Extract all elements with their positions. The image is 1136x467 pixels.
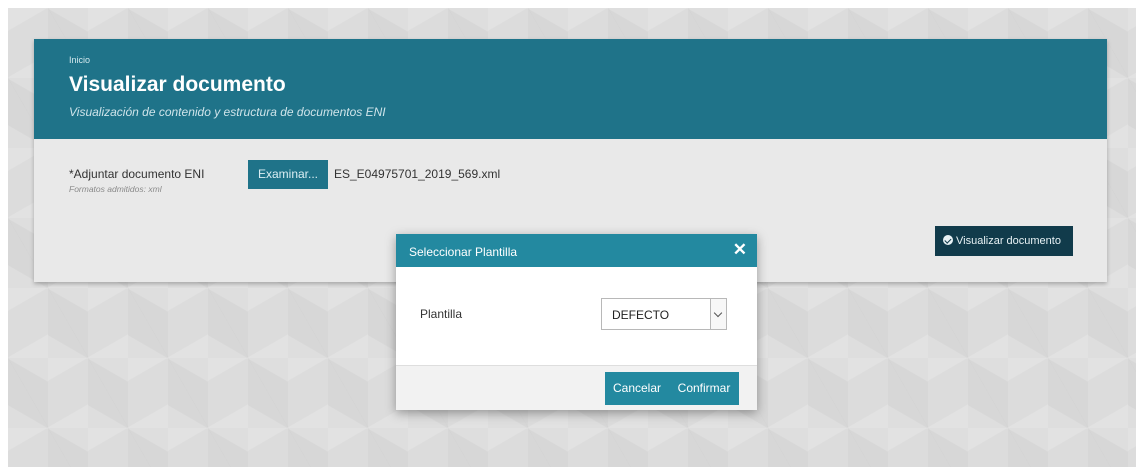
- page-header: Inicio Visualizar documento Visualizació…: [34, 39, 1107, 139]
- modal-title: Seleccionar Plantilla: [409, 245, 518, 259]
- view-document-button[interactable]: Visualizar documento: [935, 226, 1073, 256]
- modal-footer: Cancelar Confirmar: [396, 365, 757, 410]
- template-select-value: DEFECTO: [612, 308, 670, 322]
- browse-button[interactable]: Examinar...: [248, 160, 328, 189]
- select-template-modal: Seleccionar Plantilla ✕ Plantilla DEFECT…: [396, 234, 757, 410]
- page-subtitle: Visualización de contenido y estructura …: [69, 105, 386, 119]
- selected-file-name: ES_E04975701_2019_569.xml: [334, 167, 501, 181]
- attach-document-label: *Adjuntar documento ENI: [69, 167, 205, 181]
- template-select[interactable]: DEFECTO: [601, 298, 727, 330]
- view-document-label: Visualizar documento: [956, 235, 1061, 247]
- chevron-down-icon[interactable]: [710, 299, 726, 329]
- breadcrumb[interactable]: Inicio: [69, 55, 90, 65]
- template-label: Plantilla: [420, 307, 463, 321]
- check-circle-icon: [943, 235, 953, 245]
- confirm-button[interactable]: Confirmar: [669, 372, 739, 405]
- close-icon[interactable]: ✕: [733, 240, 747, 260]
- modal-header: Seleccionar Plantilla ✕: [396, 234, 757, 267]
- page-title: Visualizar documento: [69, 73, 286, 96]
- allowed-formats-hint: Formatos admitidos: xml: [69, 184, 162, 194]
- cancel-button[interactable]: Cancelar: [605, 372, 669, 405]
